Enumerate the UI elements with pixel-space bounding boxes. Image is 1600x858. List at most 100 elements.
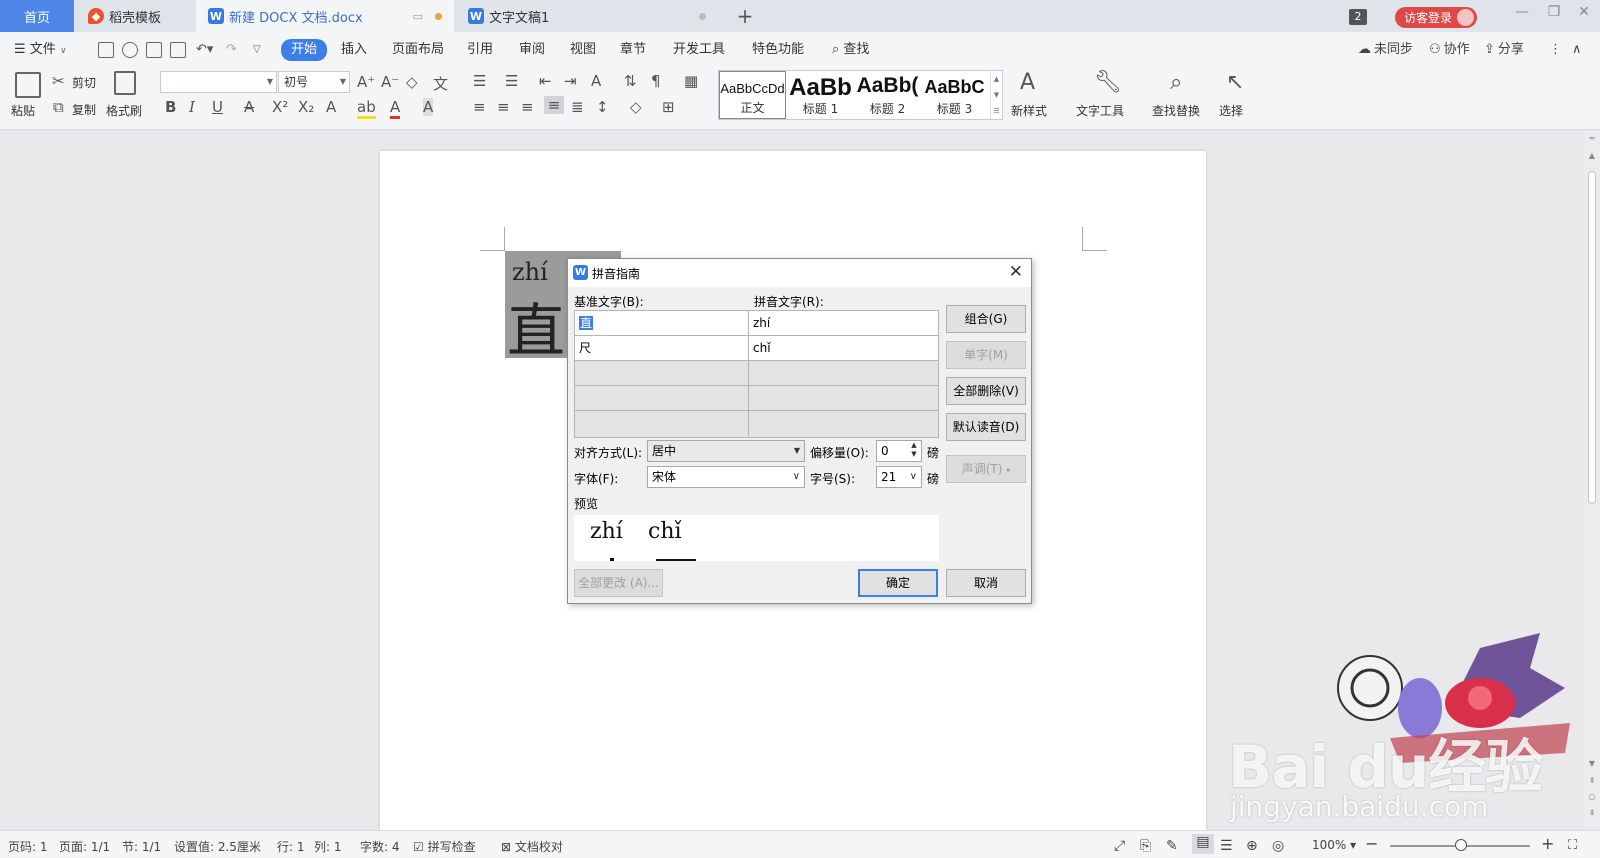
size-select[interactable]: 21 ∨ <box>876 466 922 488</box>
single-char-button[interactable]: 单字(M) <box>946 341 1026 369</box>
tab-insert[interactable]: 插入 <box>341 40 367 60</box>
base-cell[interactable]: 直 <box>575 311 749 336</box>
borders-icon[interactable]: ⊞ <box>662 98 675 116</box>
outdent-icon[interactable]: ⇤ <box>539 72 552 90</box>
underline-icon[interactable]: U <box>212 98 223 116</box>
new-style-button[interactable]: 新样式 <box>1011 102 1047 119</box>
font-size-select[interactable]: 初号 ▼ <box>278 71 350 93</box>
font-shrink-icon[interactable]: A⁻ <box>381 73 399 91</box>
copy-button[interactable]: 复制 <box>72 101 96 118</box>
print-icon[interactable] <box>146 42 162 58</box>
text-tools-button[interactable]: 文字工具 <box>1076 102 1124 119</box>
reading-mode-icon[interactable]: ⎘ <box>1140 838 1151 854</box>
scroll-up-icon[interactable]: ▲ <box>1584 151 1600 160</box>
status-section[interactable]: 节: 1/1 <box>122 838 161 855</box>
distribute-icon[interactable]: ≣ <box>571 98 584 116</box>
justify-icon[interactable]: ≡ <box>544 96 564 114</box>
line-spacing-icon[interactable]: ↕ <box>596 98 609 116</box>
ok-button[interactable]: 确定 <box>858 569 938 597</box>
find-replace-button[interactable]: 查找替换 <box>1152 102 1200 119</box>
format-painter-icon[interactable] <box>114 71 136 95</box>
style-normal[interactable]: AaBbCcDd 正文 <box>719 71 786 119</box>
unsaved-dot-icon[interactable] <box>435 12 442 20</box>
zoom-slider-handle[interactable] <box>1455 839 1467 851</box>
text-effect-icon[interactable]: A <box>326 98 336 116</box>
style-heading1[interactable]: AaBb 标题 1 <box>787 71 854 119</box>
status-word-count[interactable]: 字数: 4 <box>360 838 400 855</box>
cloud-icon[interactable] <box>122 42 138 58</box>
numbering-icon[interactable]: ☰ <box>505 72 518 90</box>
shading-icon[interactable]: ◇ <box>630 98 642 116</box>
table-border-icon[interactable]: ▦ <box>684 72 698 90</box>
bullets-icon[interactable]: ☰ <box>473 72 486 90</box>
share-button[interactable]: ⇪ 分享 <box>1484 40 1524 60</box>
strikethrough-icon[interactable]: A <box>244 98 254 116</box>
phonetic-guide-icon[interactable]: 文 <box>433 73 448 94</box>
show-marks-icon[interactable]: ¶ <box>651 72 661 90</box>
eye-protect-icon[interactable]: ◎ <box>1272 838 1284 854</box>
tab-references[interactable]: 引用 <box>467 40 493 60</box>
scroll-down-icon[interactable]: ▼ <box>1584 759 1600 768</box>
sort-icon[interactable]: ⇅ <box>624 72 637 90</box>
undo-icon[interactable]: ↶▾ <box>196 40 213 60</box>
status-row[interactable]: 行: 1 <box>277 838 305 855</box>
zoom-out-icon[interactable]: − <box>1365 834 1378 853</box>
page-view-icon[interactable]: ▤ <box>1192 834 1214 854</box>
ruby-cell[interactable]: zhí <box>749 311 938 336</box>
spell-check-button[interactable]: ☑ 拼写检查 <box>413 838 476 855</box>
tone-button[interactable]: 声调(T) ▾ <box>946 455 1026 483</box>
vertical-scrollbar[interactable]: ═ ▲ ▼ ⇞ ○ ⇟ <box>1584 131 1600 828</box>
tab-home[interactable]: 首页 <box>0 0 74 32</box>
paste-icon[interactable] <box>15 72 41 98</box>
font-color-icon[interactable]: A <box>390 98 401 119</box>
ruby-cell[interactable]: chǐ <box>749 336 938 361</box>
collab-button[interactable]: ⚇ 协作 <box>1429 40 1470 60</box>
subscript-icon[interactable]: X₂ <box>298 98 314 116</box>
window-count-badge[interactable]: 2 <box>1349 9 1367 25</box>
highlight-icon[interactable]: ab <box>357 98 376 119</box>
tab-developer[interactable]: 开发工具 <box>673 40 725 60</box>
status-page[interactable]: 页码: 1 <box>8 838 48 855</box>
indent-icon[interactable]: ⇥ <box>564 72 577 90</box>
restore-icon[interactable]: ❐ <box>1543 4 1565 20</box>
tab-features[interactable]: 特色功能 <box>752 40 804 60</box>
customize-icon[interactable]: ▽ <box>253 40 261 60</box>
scroll-split-icon[interactable]: ═ <box>1584 134 1600 143</box>
select-button[interactable]: 选择 <box>1219 102 1243 119</box>
style-heading3[interactable]: AaBbC 标题 3 <box>921 71 988 119</box>
clear-all-button[interactable]: 全部删除(V) <box>946 377 1026 405</box>
zoom-in-icon[interactable]: + <box>1541 834 1554 853</box>
italic-icon[interactable]: I <box>189 98 195 116</box>
font-grow-icon[interactable]: A⁺ <box>357 73 375 91</box>
tab-template[interactable]: ◆ 稻壳模板 <box>76 0 194 32</box>
bold-icon[interactable]: B <box>165 98 176 116</box>
tab-doc-active[interactable]: W 新建 DOCX 文档.docx ▭ <box>196 0 454 32</box>
align-center-icon[interactable]: ≡ <box>497 98 510 116</box>
search-button[interactable]: ⌕ 查找 <box>832 40 869 60</box>
fit-page-icon[interactable]: ⛶ <box>1568 838 1577 853</box>
fullscreen-icon[interactable]: ⤢ <box>1114 838 1125 854</box>
group-button[interactable]: 组合(G) <box>946 305 1026 333</box>
spinner-icon[interactable]: ▲ ▼ <box>908 441 920 461</box>
align-right-icon[interactable]: ≡ <box>521 98 534 116</box>
scroll-thumb[interactable] <box>1588 171 1596 504</box>
default-reading-button[interactable]: 默认读音(D) <box>946 413 1026 441</box>
zoom-level[interactable]: 100% ▾ <box>1312 838 1356 852</box>
cancel-button[interactable]: 取消 <box>946 569 1026 597</box>
print-preview-icon[interactable] <box>170 42 186 58</box>
new-tab-plus-icon[interactable]: + <box>733 4 757 28</box>
tab-section[interactable]: 章节 <box>620 40 646 60</box>
prev-page-icon[interactable]: ⇞ <box>1584 776 1600 785</box>
font-select[interactable]: 宋体 ∨ <box>647 466 805 488</box>
font-name-select[interactable]: ▼ <box>160 71 277 93</box>
char-shading-icon[interactable]: A <box>423 98 434 116</box>
close-dot-icon[interactable] <box>699 12 706 20</box>
format-painter-button[interactable]: 格式刷 <box>106 102 142 119</box>
web-view-icon[interactable]: ⊕ <box>1246 838 1258 854</box>
status-col[interactable]: 列: 1 <box>314 838 342 855</box>
offset-input[interactable]: 0 ▲ ▼ <box>876 440 922 462</box>
file-menu[interactable]: ☰ 文件 ∨ <box>14 40 67 60</box>
align-left-icon[interactable]: ≡ <box>473 98 486 116</box>
select-browse-icon[interactable]: ○ <box>1584 792 1600 801</box>
close-icon[interactable]: ✕ <box>1009 262 1023 282</box>
